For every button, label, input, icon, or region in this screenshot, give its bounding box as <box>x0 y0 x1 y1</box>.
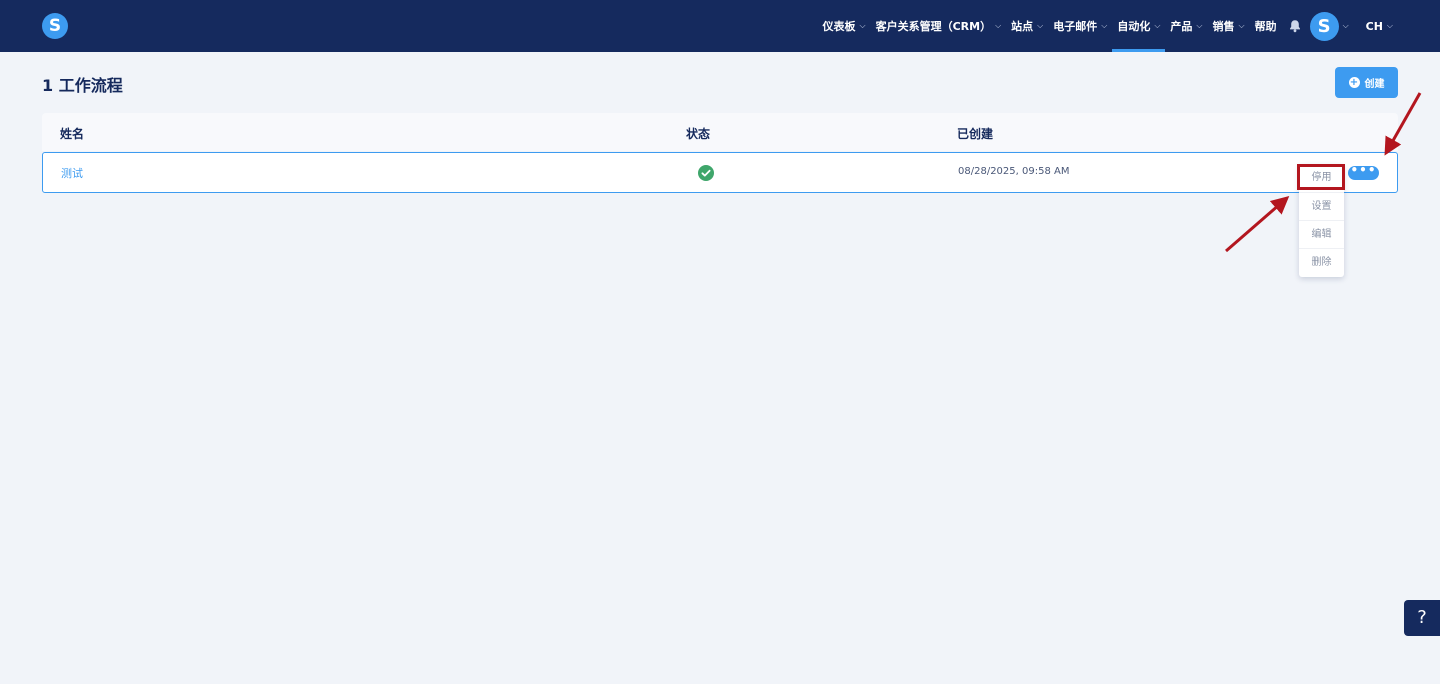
menu-item-deactivate[interactable]: 停用 <box>1299 164 1344 192</box>
nav-item-crm[interactable]: 客户关系管理（CRM） ⌵ <box>871 0 1007 52</box>
language-selector[interactable]: CH ⌵ <box>1361 0 1398 52</box>
chevron-down-icon: ⌵ <box>1154 21 1161 30</box>
page-title: 1 工作流程 <box>42 76 123 95</box>
chevron-down-icon: ⌵ <box>995 21 1002 30</box>
language-label: CH <box>1365 19 1383 33</box>
nav-item-label: 产品 <box>1170 20 1193 33</box>
nav-item-label: 仪表板 <box>822 20 856 33</box>
nav-item-sales[interactable]: 销售 ⌵ <box>1207 0 1249 52</box>
create-button-label: 创建 <box>1364 79 1385 90</box>
nav-item-label: 帮助 <box>1254 20 1277 33</box>
plus-circle-icon: + <box>1348 77 1360 88</box>
chevron-down-icon: ⌵ <box>1386 21 1393 30</box>
help-tab[interactable]: ? <box>1404 600 1440 636</box>
annotation-arrow-deactivate <box>1225 196 1290 253</box>
chevron-down-icon: ⌵ <box>859 21 866 30</box>
nav-item-automation[interactable]: 自动化 ⌵ <box>1112 0 1166 52</box>
table-header: 姓名 状态 已创建 <box>42 113 1398 151</box>
check-circle-icon <box>698 165 714 181</box>
nav-item-email[interactable]: 电子邮件 ⌵ <box>1048 0 1112 52</box>
app-logo[interactable]: S <box>42 13 68 39</box>
nav-item-label: 销售 <box>1212 20 1235 33</box>
table-row[interactable]: 测试 08/28/2025, 09:58 AM ••• <box>42 152 1398 193</box>
user-avatar[interactable]: S <box>1309 11 1339 41</box>
column-header-name: 姓名 <box>60 127 85 141</box>
main-nav: 仪表板 ⌵ 客户关系管理（CRM） ⌵ 站点 ⌵ 电子邮件 ⌵ 自动化 ⌵ 产品… <box>818 0 1398 52</box>
chevron-down-icon: ⌵ <box>1101 21 1108 30</box>
nav-item-dashboard[interactable]: 仪表板 ⌵ <box>818 0 871 52</box>
menu-item-settings[interactable]: 设置 <box>1299 192 1344 220</box>
create-workflow-button[interactable]: + 创建 <box>1335 67 1398 98</box>
row-actions-menu: 停用 设置 编辑 删除 <box>1299 164 1344 277</box>
column-header-status: 状态 <box>686 127 711 141</box>
nav-item-label: 电子邮件 <box>1053 20 1098 33</box>
chevron-down-icon[interactable]: ⌵ <box>1343 21 1349 31</box>
annotation-arrows <box>1225 92 1422 253</box>
nav-item-products[interactable]: 产品 ⌵ <box>1165 0 1207 52</box>
nav-item-label: 站点 <box>1011 20 1034 33</box>
chevron-down-icon: ⌵ <box>1238 21 1245 30</box>
bell-icon <box>1289 20 1300 33</box>
nav-item-label: 客户关系管理（CRM） <box>875 20 992 33</box>
menu-item-delete[interactable]: 删除 <box>1299 248 1344 276</box>
created-date: 08/28/2025, 09:58 AM <box>958 166 1070 177</box>
nav-item-help[interactable]: 帮助 <box>1250 0 1282 52</box>
notifications-bell-icon[interactable] <box>1288 19 1302 33</box>
more-actions-button[interactable]: ••• <box>1348 164 1379 180</box>
chevron-down-icon: ⌵ <box>1037 21 1044 30</box>
menu-item-edit[interactable]: 编辑 <box>1299 220 1344 248</box>
nav-item-sites[interactable]: 站点 ⌵ <box>1006 0 1048 52</box>
top-navigation-bar: S 仪表板 ⌵ 客户关系管理（CRM） ⌵ 站点 ⌵ 电子邮件 ⌵ 自动化 ⌵ … <box>0 0 1440 52</box>
workflow-name-link[interactable]: 测试 <box>61 165 83 181</box>
chevron-down-icon: ⌵ <box>1196 21 1203 30</box>
nav-item-label: 自动化 <box>1117 20 1151 33</box>
column-header-created: 已创建 <box>957 127 994 141</box>
